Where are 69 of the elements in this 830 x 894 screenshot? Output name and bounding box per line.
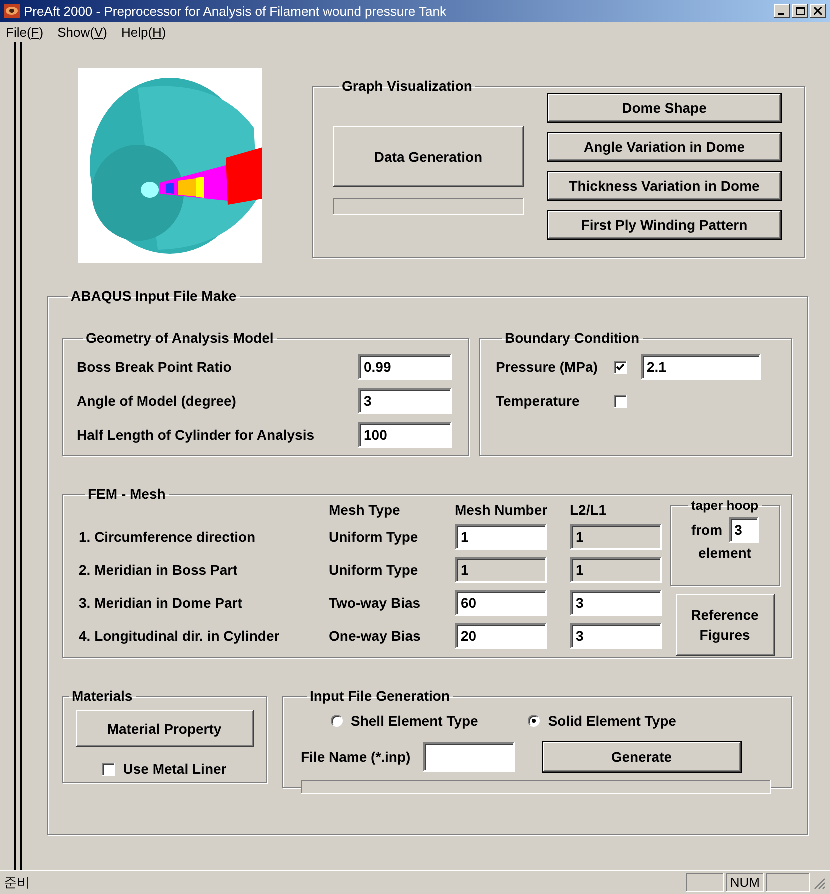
column-header: L2/L1: [570, 502, 608, 518]
row-label: 3. Meridian in Dome Part: [79, 594, 244, 610]
field-label: Angle of Model (degree): [77, 393, 236, 409]
radio-label: Solid Element Type: [548, 713, 676, 729]
field-label: element: [698, 545, 752, 561]
group-title: Boundary Condition: [504, 330, 641, 346]
data-generation-button[interactable]: Data Generation: [333, 126, 524, 187]
checkbox-label: Temperature: [496, 393, 581, 409]
text-field[interactable]: 0.99: [358, 354, 452, 380]
text-field[interactable]: 100: [358, 422, 452, 448]
close-button[interactable]: [810, 4, 826, 18]
status-panel: [686, 873, 724, 892]
material-property-button[interactable]: Material Property: [76, 710, 254, 747]
radio-button[interactable]: [528, 715, 540, 727]
group-title: ABAQUS Input File Make: [70, 288, 238, 304]
text-field[interactable]: 2.1: [641, 354, 761, 380]
menu-item[interactable]: File(F): [6, 24, 44, 40]
column-header: Mesh Number: [455, 502, 549, 518]
generate-button[interactable]: Generate: [542, 742, 741, 772]
checkbox-label: Pressure (MPa): [496, 359, 599, 375]
text-field[interactable]: 1: [455, 524, 547, 550]
maximize-button[interactable]: [792, 4, 808, 18]
text-field[interactable]: 20: [455, 622, 547, 648]
text-field[interactable]: 3: [358, 388, 452, 414]
menu-item[interactable]: Show(V): [58, 24, 108, 40]
mesh-type: One-way Bias: [329, 628, 422, 644]
mesh-type: Two-way Bias: [329, 594, 422, 610]
row-label: 2. Meridian in Boss Part: [79, 562, 239, 578]
checkbox[interactable]: [102, 762, 116, 776]
column-header: Mesh Type: [329, 502, 402, 518]
text-field[interactable]: 60: [455, 590, 547, 616]
text-field[interactable]: 3: [570, 590, 662, 616]
text-field[interactable]: 3: [570, 622, 662, 648]
minimize-button[interactable]: [774, 4, 790, 18]
field-label: Half Length of Cylinder for Analysis: [77, 427, 315, 443]
field-label: from: [691, 522, 723, 538]
mesh-type: Uniform Type: [329, 562, 420, 578]
menu-item[interactable]: Help(H): [121, 24, 166, 40]
row-label: 1. Circumference direction: [79, 528, 257, 544]
radio-label: Shell Element Type: [351, 713, 478, 729]
text-field[interactable]: 3: [728, 517, 759, 543]
graph-button[interactable]: Dome Shape: [548, 94, 781, 122]
group-title: FEM - Mesh: [87, 486, 167, 502]
checkbox[interactable]: [614, 360, 627, 374]
row-label: 4. Longitudinal dir. in Cylinder: [79, 628, 281, 644]
group-title: Graph Visualization: [341, 78, 474, 94]
resize-grip-icon: [812, 876, 826, 890]
reference-figures-button[interactable]: Reference Figures: [676, 594, 774, 656]
group-title: Materials: [71, 688, 134, 704]
status-text: 준비: [4, 874, 31, 892]
window-title: PreAft 2000 - Preprocessor for Analysis of Filament wound pressure Tank: [24, 4, 448, 18]
app-icon: [4, 4, 20, 18]
group-title: taper hoop: [690, 498, 760, 513]
graph-button[interactable]: Angle Variation in Dome: [548, 133, 781, 161]
checkbox[interactable]: [614, 394, 627, 408]
graph-button[interactable]: Thickness Variation in Dome: [548, 172, 781, 200]
maximize-icon: [796, 7, 804, 15]
group-title: Input File Generation: [309, 688, 452, 704]
field-label: File Name (*.inp): [301, 749, 411, 765]
graph-button[interactable]: First Ply Winding Pattern: [548, 211, 781, 239]
radio-button[interactable]: [331, 715, 343, 727]
checkbox-label: Use Metal Liner: [123, 761, 227, 777]
mesh-type: Uniform Type: [329, 528, 420, 544]
field-label: Boss Break Point Ratio: [77, 359, 232, 375]
close-icon: [814, 7, 822, 15]
text-field[interactable]: [422, 742, 515, 772]
group-title: Geometry of Analysis Model: [85, 330, 275, 346]
status-panel: [766, 873, 810, 892]
status-indicator: NUM: [726, 873, 764, 892]
